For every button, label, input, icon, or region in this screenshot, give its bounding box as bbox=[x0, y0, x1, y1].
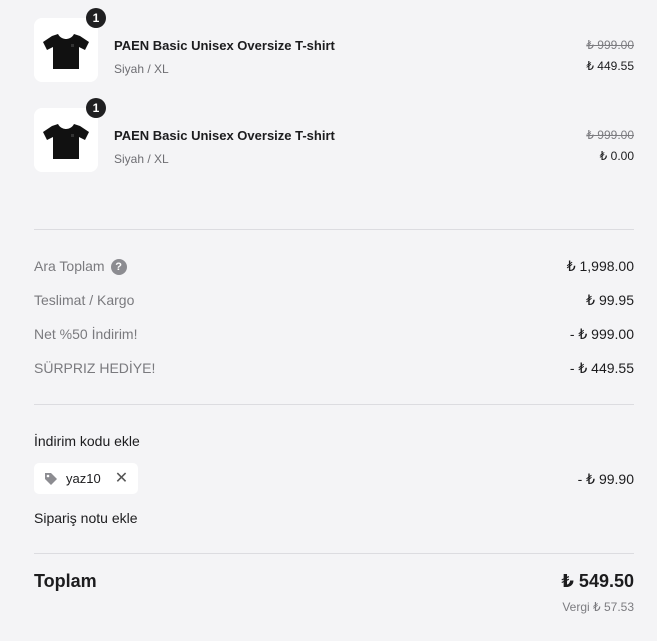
discount-value: - ₺ 999.00 bbox=[569, 326, 634, 342]
subtotal-label: Ara Toplam? bbox=[34, 258, 127, 275]
subtotal-row: Ara Toplam? ₺ 1,998.00 bbox=[34, 258, 634, 278]
line-item: 1 PAEN Basic Unisex Oversize T-shirt Siy… bbox=[34, 98, 634, 180]
product-title: PAEN Basic Unisex Oversize T-shirt bbox=[114, 38, 335, 53]
tshirt-icon bbox=[43, 34, 89, 69]
tax-note: Vergi ₺ 57.53 bbox=[562, 600, 634, 614]
shipping-value: ₺ 99.95 bbox=[586, 292, 634, 308]
product-title: PAEN Basic Unisex Oversize T-shirt bbox=[114, 128, 335, 143]
divider bbox=[34, 229, 634, 230]
total-value: ₺ 549.50 bbox=[561, 571, 634, 591]
quantity-badge: 1 bbox=[86, 98, 106, 118]
product-thumbnail bbox=[34, 108, 98, 172]
help-icon[interactable]: ? bbox=[110, 259, 127, 275]
subtotal-value: ₺ 1,998.00 bbox=[566, 258, 634, 274]
remove-discount-icon[interactable]: ✕ bbox=[115, 470, 128, 487]
total-label: Toplam bbox=[34, 571, 97, 591]
discount-code-chip: yaz10 ✕ bbox=[34, 463, 139, 494]
quantity-badge: 1 bbox=[86, 8, 106, 28]
discount-code-amount: - ₺ 99.90 bbox=[577, 471, 634, 487]
compare-at-price: ₺ 999.00 bbox=[586, 128, 634, 142]
product-variant: Siyah / XL bbox=[114, 152, 169, 166]
item-price: ₺ 0.00 bbox=[599, 149, 634, 163]
shipping-label: Teslimat / Kargo bbox=[34, 292, 135, 308]
product-variant: Siyah / XL bbox=[114, 62, 169, 76]
divider bbox=[34, 553, 634, 554]
item-price: ₺ 449.55 bbox=[586, 59, 634, 73]
line-item: 1 PAEN Basic Unisex Oversize T-shirt Siy… bbox=[34, 8, 634, 90]
product-thumbnail bbox=[34, 18, 98, 82]
discount-row: Net %50 İndirim! - ₺ 999.00 bbox=[34, 326, 634, 346]
shipping-row: Teslimat / Kargo ₺ 99.95 bbox=[34, 292, 634, 312]
discount-code-text: yaz10 bbox=[66, 471, 101, 486]
gift-discount-label: SÜRPRIZ HEDİYE! bbox=[34, 360, 156, 376]
order-summary: 1 PAEN Basic Unisex Oversize T-shirt Siy… bbox=[34, 0, 634, 641]
compare-at-price: ₺ 999.00 bbox=[586, 38, 634, 52]
discount-label: Net %50 İndirim! bbox=[34, 326, 138, 342]
tag-icon bbox=[45, 472, 57, 485]
tshirt-icon bbox=[43, 124, 89, 159]
add-order-note-link[interactable]: Sipariş notu ekle bbox=[34, 510, 138, 526]
divider bbox=[34, 404, 634, 405]
gift-discount-row: SÜRPRIZ HEDİYE! - ₺ 449.55 bbox=[34, 360, 634, 380]
add-discount-code-link[interactable]: İndirim kodu ekle bbox=[34, 433, 140, 449]
gift-discount-value: - ₺ 449.55 bbox=[569, 360, 634, 376]
